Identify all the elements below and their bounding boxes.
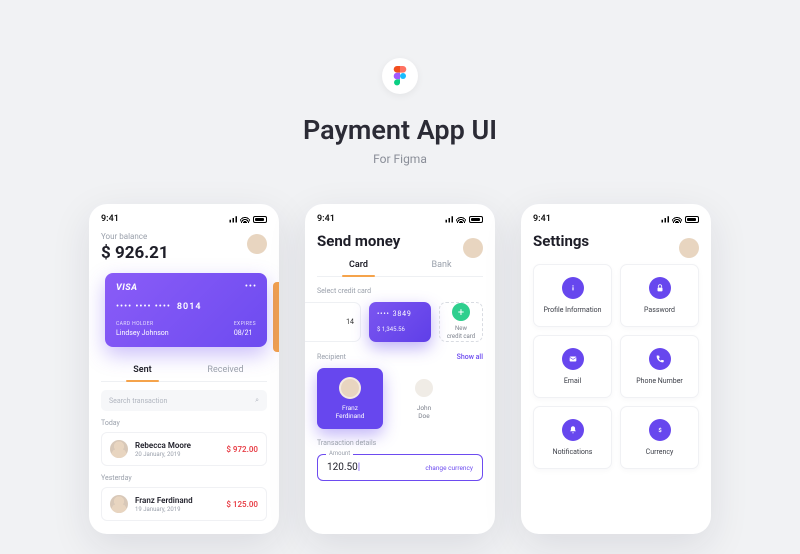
transaction-details-label: Transaction details bbox=[317, 439, 483, 447]
figma-logo-icon bbox=[382, 58, 418, 94]
page-title: Payment App UI bbox=[0, 114, 800, 146]
status-bar: 9:41 bbox=[317, 214, 483, 224]
settings-tile-mail[interactable]: Email bbox=[533, 335, 612, 398]
avatar[interactable] bbox=[679, 238, 699, 258]
group-label: Today bbox=[101, 419, 267, 427]
status-bar: 9:41 bbox=[533, 214, 699, 224]
recipient-label: Recipient bbox=[317, 353, 346, 361]
card-brand: VISA bbox=[116, 283, 256, 293]
select-card-label: Select credit card bbox=[317, 287, 483, 295]
mini-card-prev[interactable]: 14 bbox=[305, 302, 361, 342]
status-time: 9:41 bbox=[101, 214, 119, 224]
balance-value: $ 926.21 bbox=[101, 243, 267, 263]
recipient-item[interactable]: John Doe bbox=[391, 368, 457, 430]
tab-bank[interactable]: Bank bbox=[400, 260, 483, 276]
avatar bbox=[110, 495, 128, 513]
credit-card[interactable]: VISA ••• •••• •••• ••••8014 CARD HOLDERL… bbox=[105, 273, 267, 347]
battery-icon bbox=[685, 216, 699, 223]
status-time: 9:41 bbox=[533, 214, 551, 224]
battery-icon bbox=[253, 216, 267, 223]
mini-card-balance: $ 1,345.56 bbox=[377, 326, 423, 333]
signal-icon bbox=[443, 216, 453, 223]
group-label: Yesterday bbox=[101, 474, 267, 482]
avatar bbox=[110, 440, 128, 458]
settings-tile-dollar[interactable]: $Currency bbox=[620, 406, 699, 469]
card-holder: Lindsey Johnson bbox=[116, 329, 169, 337]
dollar-icon: $ bbox=[649, 419, 671, 441]
screen-title: Settings bbox=[533, 232, 699, 250]
settings-tile-info[interactable]: Profile Information bbox=[533, 264, 612, 327]
tab-received[interactable]: Received bbox=[184, 365, 267, 381]
recipient-selected[interactable]: Franz Ferdinand bbox=[317, 368, 383, 430]
transaction-row[interactable]: Rebecca Moore20 January, 2019 $ 972.00 bbox=[101, 432, 267, 466]
wifi-icon bbox=[240, 216, 250, 223]
mini-card-selected[interactable]: ••••3849 $ 1,345.56 bbox=[369, 302, 431, 342]
info-icon bbox=[562, 277, 584, 299]
phone-icon bbox=[649, 348, 671, 370]
phone-balance: 9:41 Your balance $ 926.21 VISA ••• ••••… bbox=[89, 204, 279, 534]
page-subtitle: For Figma bbox=[0, 152, 800, 166]
avatar bbox=[413, 377, 435, 399]
avatar[interactable] bbox=[247, 234, 267, 254]
search-icon: ⌕ bbox=[255, 396, 259, 405]
plus-icon: + bbox=[452, 303, 470, 321]
bell-icon bbox=[562, 419, 584, 441]
avatar[interactable] bbox=[463, 238, 483, 258]
card-expiry: 08/21 bbox=[234, 329, 256, 337]
transaction-amount: $ 125.00 bbox=[226, 500, 258, 509]
tab-sent[interactable]: Sent bbox=[101, 365, 184, 381]
battery-icon bbox=[469, 216, 483, 223]
status-bar: 9:41 bbox=[101, 214, 267, 224]
transaction-amount: $ 972.00 bbox=[226, 445, 258, 454]
card-menu-icon[interactable]: ••• bbox=[245, 282, 257, 292]
lock-icon bbox=[649, 277, 671, 299]
settings-tile-bell[interactable]: Notifications bbox=[533, 406, 612, 469]
search-input[interactable]: Search transaction⌕ bbox=[101, 390, 267, 411]
wifi-icon bbox=[672, 216, 682, 223]
mail-icon bbox=[562, 348, 584, 370]
svg-text:$: $ bbox=[658, 427, 662, 434]
screen-title: Send money bbox=[317, 232, 483, 250]
transaction-row[interactable]: Franz Ferdinand19 January, 2019 $ 125.00 bbox=[101, 487, 267, 521]
card-peek[interactable] bbox=[273, 282, 279, 352]
phone-send-money: 9:41 Send money Card Bank Select credit … bbox=[305, 204, 495, 534]
signal-icon bbox=[227, 216, 237, 223]
signal-icon bbox=[659, 216, 669, 223]
phone-settings: 9:41 Settings Profile InformationPasswor… bbox=[521, 204, 711, 534]
wifi-icon bbox=[456, 216, 466, 223]
show-all-link[interactable]: Show all bbox=[457, 353, 483, 361]
status-time: 9:41 bbox=[317, 214, 335, 224]
avatar bbox=[339, 377, 361, 399]
tab-card[interactable]: Card bbox=[317, 260, 400, 276]
new-card-button[interactable]: + New credit card bbox=[439, 302, 483, 342]
settings-tile-lock[interactable]: Password bbox=[620, 264, 699, 327]
change-currency-link[interactable]: change currency bbox=[425, 464, 473, 472]
card-last4: 8014 bbox=[177, 302, 202, 312]
amount-input[interactable]: Amount 120.50| change currency bbox=[317, 454, 483, 481]
settings-tile-phone[interactable]: Phone Number bbox=[620, 335, 699, 398]
balance-label: Your balance bbox=[101, 232, 267, 241]
